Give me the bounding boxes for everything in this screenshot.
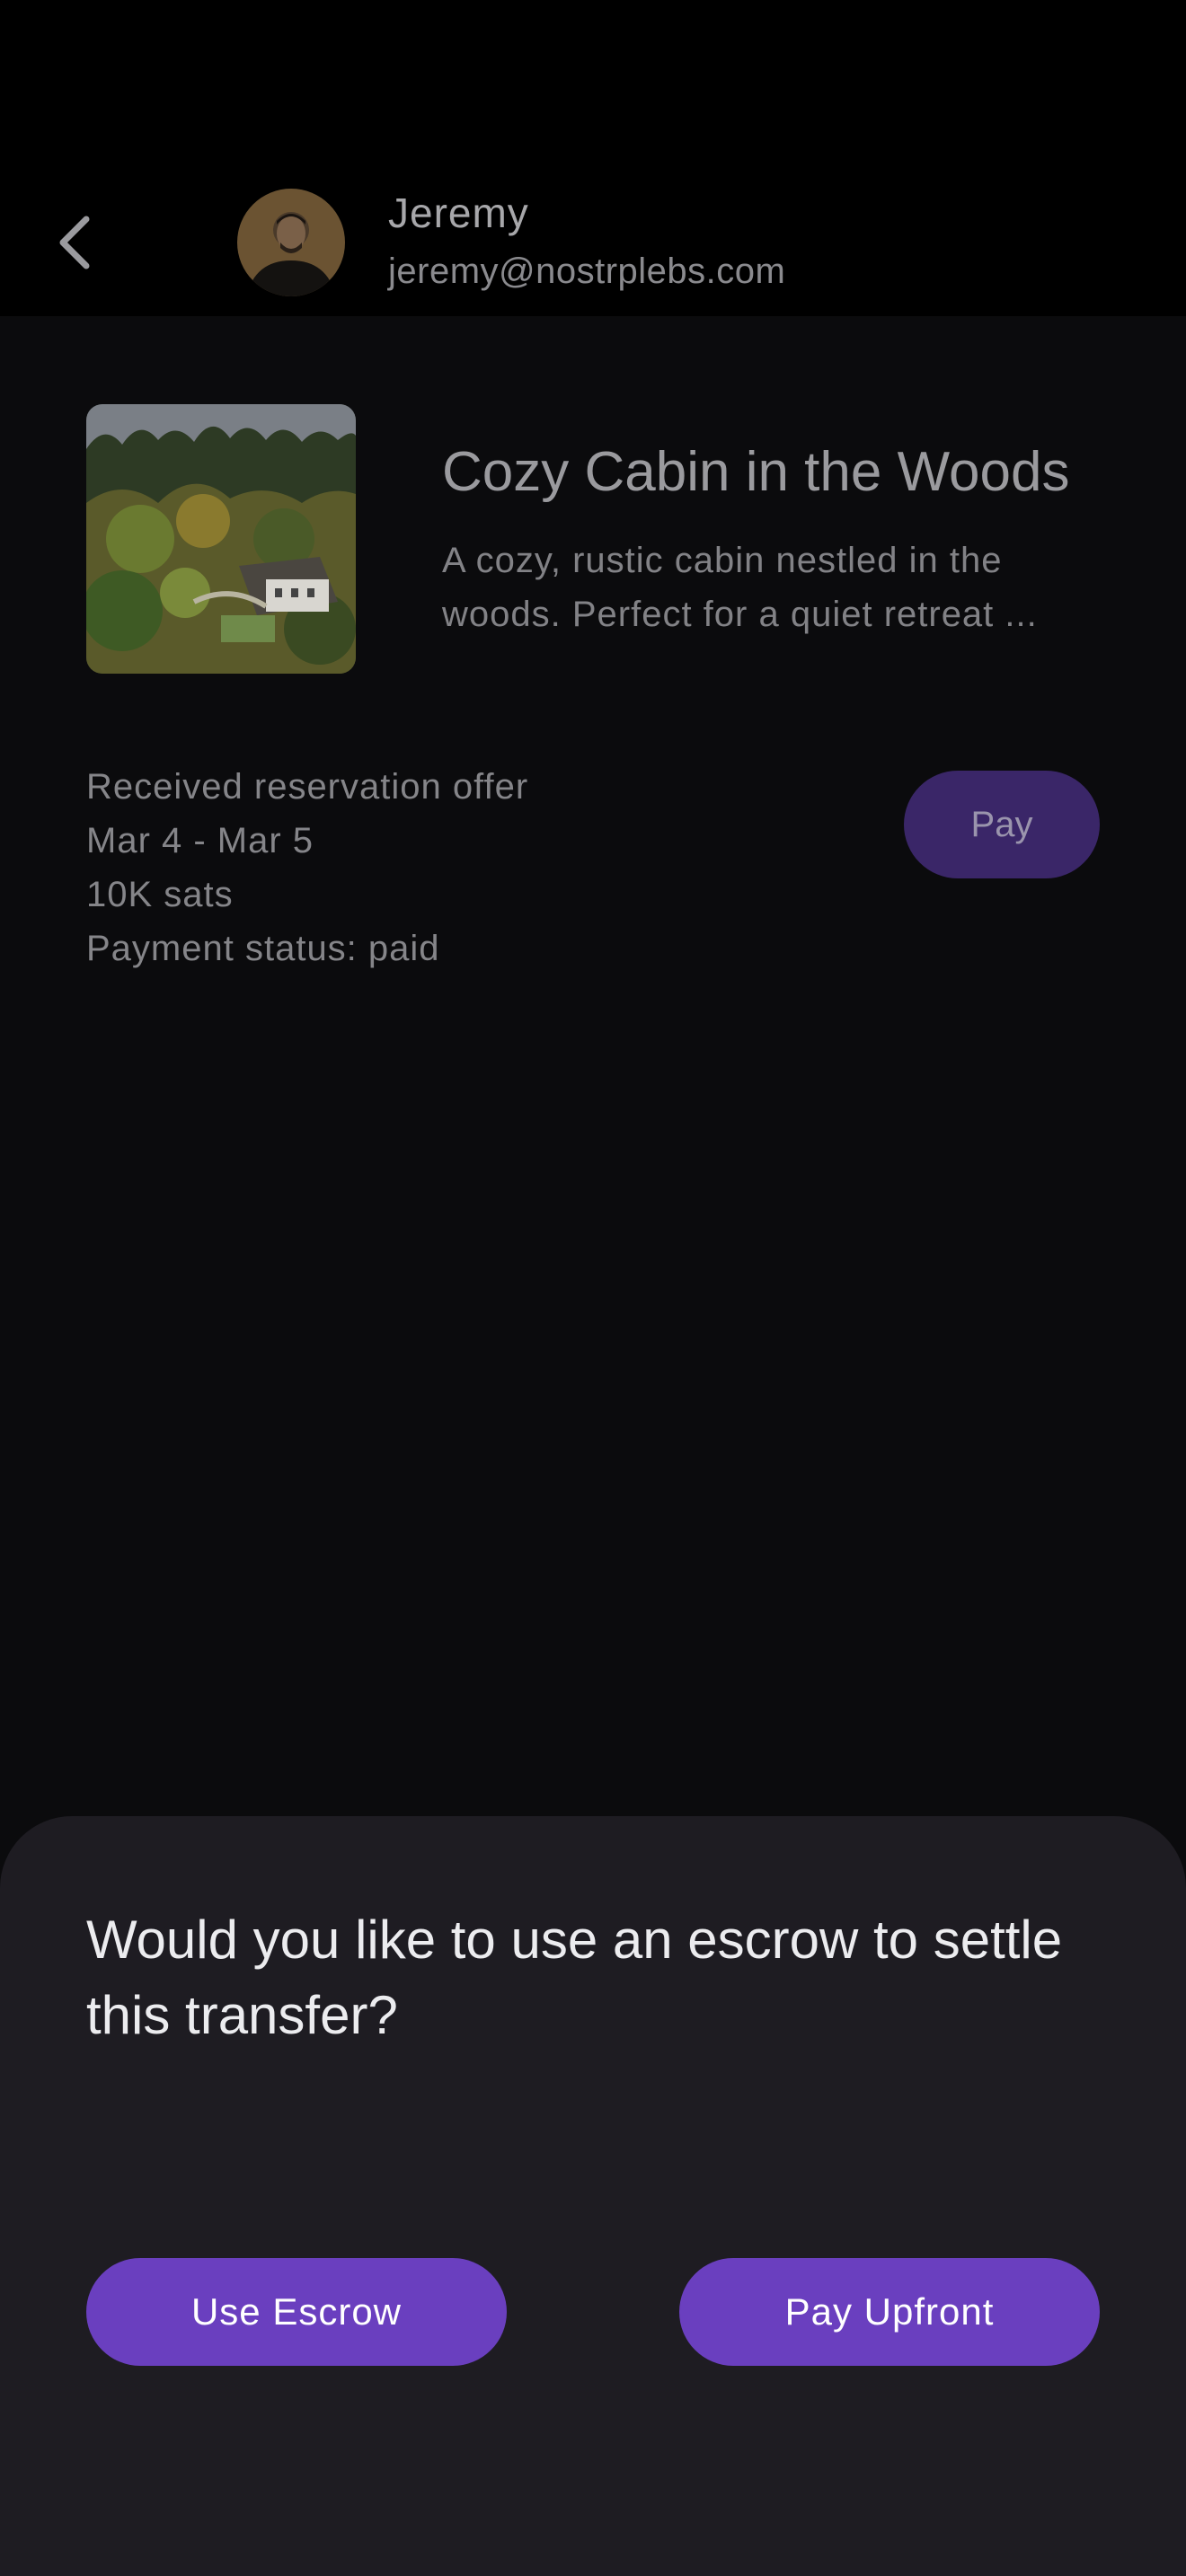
listing-image [86, 404, 356, 674]
offer-amount: 10K sats [86, 875, 234, 914]
listing-title: Cozy Cabin in the Woods [442, 441, 1070, 503]
avatar-image [237, 189, 345, 296]
back-button[interactable] [43, 199, 108, 286]
chat-header: Jeremy jeremy@nostrplebs.com [0, 0, 1186, 316]
contact-email: jeremy@nostrplebs.com [388, 251, 786, 291]
listing-description-line: A cozy, rustic cabin nestled in the [442, 541, 1003, 580]
avatar[interactable] [237, 189, 345, 296]
contact-name: Jeremy [388, 190, 529, 236]
reservation-offer-details: Received reservation offer Mar 4 - Mar 5… [86, 760, 528, 975]
escrow-question: Would you like to use an escrow to settl… [86, 1910, 1063, 2045]
listing-thumbnail[interactable] [86, 404, 356, 674]
payment-status: Payment status: paid [86, 929, 440, 968]
pay-button[interactable]: Pay [904, 771, 1100, 878]
chat-screen: Jeremy jeremy@nostrplebs.com Cozy Cabin … [0, 0, 1186, 2576]
listing-description: A cozy, rustic cabin nestled in the wood… [442, 534, 1098, 641]
listing-description-line: woods. Perfect for a quiet retreat ... [442, 595, 1038, 634]
offer-status-text: Received reservation offer [86, 767, 529, 807]
pay-upfront-button[interactable]: Pay Upfront [679, 2258, 1100, 2366]
chevron-left-icon [59, 216, 90, 269]
offer-dates: Mar 4 - Mar 5 [86, 821, 314, 860]
use-escrow-button[interactable]: Use Escrow [86, 2258, 507, 2366]
